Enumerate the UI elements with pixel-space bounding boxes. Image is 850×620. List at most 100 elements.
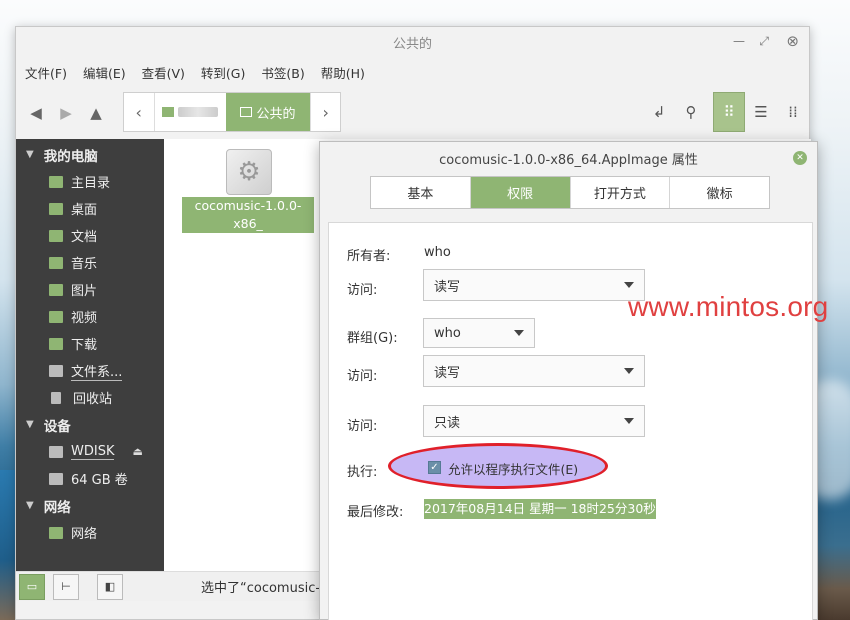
dialog-tabs: 基本 权限 打开方式 徽标	[370, 176, 770, 209]
tree-toggle-icon[interactable]: ⊢	[53, 573, 79, 600]
maximize-icon[interactable]: ⤢	[759, 34, 769, 49]
watermark-text: www.mintos.org	[628, 291, 829, 322]
group-select[interactable]: who	[423, 318, 535, 348]
exec-checkbox[interactable]: ✓	[428, 461, 441, 474]
tab-basic[interactable]: 基本	[371, 177, 471, 208]
music-folder-icon	[49, 256, 63, 269]
appimage-file-icon[interactable]: ⚙	[226, 149, 272, 195]
breadcrumb-current[interactable]: 公共的	[225, 93, 311, 131]
menu-edit[interactable]: 编辑(E)	[83, 63, 126, 82]
dropdown-caret-icon	[624, 368, 634, 374]
permissions-panel: 所有者: who 访问: 读写 群组(G): who 访问: 读写 访问: 只读…	[328, 222, 813, 620]
file-label[interactable]: cocomusic-1.0.0-x86_ 64.AppImage	[182, 197, 314, 249]
sidebar-item-label: 文件系...	[71, 361, 123, 381]
owner-access-select[interactable]: 读写	[423, 269, 645, 301]
file-label-line2: 64.AppImage	[206, 234, 290, 249]
properties-dialog: cocomusic-1.0.0-x86_64.AppImage 属性 ✕ 基本 …	[319, 141, 818, 620]
sidebar-item-music[interactable]: 音乐	[16, 249, 164, 276]
close-icon[interactable]: ✕	[793, 151, 807, 165]
dropdown-caret-icon	[514, 330, 524, 336]
menu-help[interactable]: 帮助(H)	[321, 63, 365, 82]
sidebar-header-devices[interactable]: ▼ 设备	[16, 411, 164, 438]
sidebar-item-label: 回收站	[73, 392, 113, 407]
sidebar-item-network[interactable]: 网络	[16, 519, 164, 546]
network-folder-icon	[49, 526, 63, 539]
group-value: who	[434, 325, 461, 341]
documents-folder-icon	[49, 229, 63, 242]
search-icon[interactable]: ⚲	[675, 92, 707, 132]
expand-triangle-icon: ▼	[26, 419, 34, 430]
drive-icon	[49, 445, 63, 458]
sidebar-item-downloads[interactable]: 下载	[16, 330, 164, 357]
list-view-icon[interactable]: ☰	[745, 92, 777, 132]
sidebar-item-label: 音乐	[71, 257, 98, 272]
sidebar-header-label: 我的电脑	[43, 148, 98, 165]
sidebar-item-64gb[interactable]: 64 GB 卷	[16, 465, 164, 492]
owner-access-value: 读写	[434, 279, 461, 295]
tab-emblems[interactable]: 徽标	[670, 177, 769, 208]
forward-arrow-icon[interactable]: ▶	[51, 98, 81, 128]
sidebar-item-desktop[interactable]: 桌面	[16, 195, 164, 222]
sidebar-item-label: 视频	[71, 311, 98, 326]
status-text: 选中了“cocomusic-1.	[201, 581, 333, 596]
sidebar-header-network[interactable]: ▼ 网络	[16, 492, 164, 519]
dropdown-caret-icon	[624, 282, 634, 288]
path-left-icon[interactable]: ‹	[124, 93, 154, 131]
sidebar-item-label: 文档	[71, 230, 98, 245]
blurred-username	[178, 107, 219, 117]
path-right-icon[interactable]: ›	[310, 93, 340, 131]
toolbar: ◀ ▶ ▲ ‹ 公共的 › ↲ ⚲ ⠿ ☰ ⁞⁞	[16, 87, 809, 139]
home-folder-icon	[162, 107, 175, 117]
window-titlebar: 公共的 — ⤢ ⊗	[16, 27, 809, 57]
icon-view-icon[interactable]: ⠿	[713, 92, 745, 132]
eject-icon[interactable]: ⏏	[132, 445, 142, 458]
minimize-icon[interactable]: —	[733, 34, 745, 48]
menu-bookmarks[interactable]: 书签(B)	[261, 63, 304, 82]
view-tools: ↲ ⚲ ⠿ ☰ ⁞⁞	[643, 92, 809, 132]
exec-checkbox-label[interactable]: 允许以程序执行文件(E)	[448, 459, 578, 478]
places-toggle-icon[interactable]: ▭	[19, 573, 45, 600]
menu-go[interactable]: 转到(G)	[201, 63, 245, 82]
modified-label: 最后修改:	[347, 505, 404, 520]
group-label: 群组(G):	[347, 331, 398, 346]
close-icon[interactable]: ⊗	[786, 32, 799, 50]
hide-sidebar-icon[interactable]: ◧	[97, 573, 123, 600]
sidebar-item-home[interactable]: 主目录	[16, 168, 164, 195]
compact-view-icon[interactable]: ⁞⁞	[777, 92, 809, 132]
sidebar-header-computer[interactable]: ▼ 我的电脑	[16, 141, 164, 168]
expand-triangle-icon: ▼	[26, 500, 34, 511]
dropdown-caret-icon	[624, 418, 634, 424]
group-access-select[interactable]: 读写	[423, 355, 645, 387]
videos-folder-icon	[49, 310, 63, 323]
others-access-value: 只读	[434, 415, 461, 431]
exec-label: 执行:	[347, 465, 378, 480]
sidebar-item-videos[interactable]: 视频	[16, 303, 164, 330]
pathbar: ‹ 公共的 ›	[123, 92, 341, 132]
drive-icon	[49, 364, 63, 377]
sidebar-item-label: 网络	[71, 527, 98, 542]
folder-icon	[240, 107, 253, 117]
toggle-location-icon[interactable]: ↲	[643, 92, 675, 132]
tab-open-with[interactable]: 打开方式	[571, 177, 671, 208]
others-access-select[interactable]: 只读	[423, 405, 645, 437]
sidebar-item-wdisk[interactable]: WDISK ⏏	[16, 438, 164, 465]
tab-permissions[interactable]: 权限	[470, 177, 571, 208]
menu-file[interactable]: 文件(F)	[25, 63, 67, 82]
back-arrow-icon[interactable]: ◀	[21, 98, 51, 128]
sidebar-item-label: 桌面	[71, 203, 98, 218]
up-arrow-icon[interactable]: ▲	[81, 98, 111, 128]
sidebar: ▼ 我的电脑 主目录 桌面 文档 音乐 图片 视频 下载 文件系... 回收站 ▼…	[16, 139, 164, 571]
sidebar-item-documents[interactable]: 文档	[16, 222, 164, 249]
menu-view[interactable]: 查看(V)	[142, 63, 185, 82]
menubar: 文件(F) 编辑(E) 查看(V) 转到(G) 书签(B) 帮助(H)	[16, 57, 809, 87]
sidebar-item-filesystem[interactable]: 文件系...	[16, 357, 164, 384]
breadcrumb-home[interactable]	[153, 93, 226, 131]
sidebar-item-pictures[interactable]: 图片	[16, 276, 164, 303]
sidebar-item-label: 主目录	[71, 176, 111, 191]
trash-icon	[51, 391, 61, 404]
pictures-folder-icon	[49, 283, 63, 296]
downloads-folder-icon	[49, 337, 63, 350]
drive-icon	[49, 472, 63, 485]
expand-triangle-icon: ▼	[26, 149, 34, 160]
sidebar-item-trash[interactable]: 回收站	[16, 384, 164, 411]
